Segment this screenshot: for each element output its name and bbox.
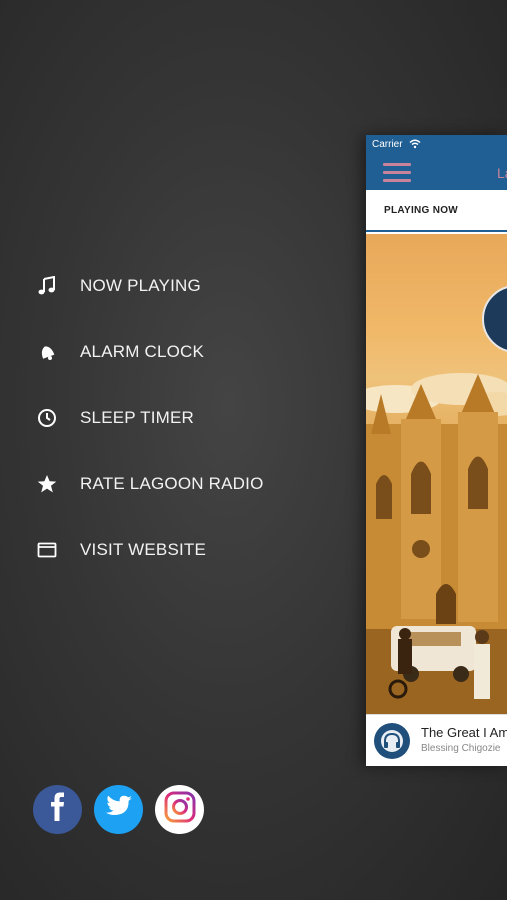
app-title: La — [497, 165, 507, 181]
tab-bar: PLAYING NOW — [366, 190, 507, 232]
menu-item-label: RATE LAGOON RADIO — [80, 474, 264, 493]
star-icon — [36, 473, 58, 495]
station-logo — [374, 723, 410, 759]
now-playing-artist: Blessing Chigozie — [421, 743, 501, 754]
now-playing-title: The Great I Am — [421, 725, 507, 740]
menu-item-label: ALARM CLOCK — [80, 342, 205, 361]
cathedral-illustration — [366, 286, 507, 714]
menu-item-sleep-timer[interactable]: SLEEP TIMER — [0, 396, 330, 440]
menu-item-alarm-clock[interactable]: ALARM CLOCK — [0, 330, 330, 374]
instagram-icon — [164, 791, 196, 828]
carrier-label: Carrier — [372, 139, 403, 150]
music-note-icon — [36, 275, 58, 297]
menu-item-rate[interactable]: RATE LAGOON RADIO — [0, 462, 330, 506]
browser-window-icon — [36, 539, 58, 561]
twitter-button[interactable] — [94, 785, 143, 834]
bell-icon — [36, 341, 58, 363]
headphones-icon — [381, 730, 403, 752]
menu-item-now-playing[interactable]: NOW PLAYING — [0, 264, 330, 308]
menu-item-visit-website[interactable]: VISIT WEBSITE — [0, 528, 330, 572]
station-hero-image — [366, 234, 507, 714]
facebook-button[interactable] — [33, 785, 82, 834]
app-nav-bar: La — [366, 155, 507, 190]
menu-item-label: SLEEP TIMER — [80, 408, 195, 427]
menu-item-label: NOW PLAYING — [80, 276, 201, 295]
menu-item-label: VISIT WEBSITE — [80, 540, 207, 559]
app-main-panel[interactable]: Carrier La PLAYING NOW — [366, 135, 507, 766]
now-playing-bar[interactable]: The Great I Am Blessing Chigozie — [366, 714, 507, 766]
tab-playing-now[interactable]: PLAYING NOW — [384, 205, 458, 216]
clock-icon — [36, 407, 58, 429]
facebook-icon — [46, 792, 70, 827]
twitter-icon — [105, 795, 133, 824]
hamburger-menu-icon[interactable] — [383, 162, 411, 182]
wifi-icon — [409, 139, 421, 152]
status-bar: Carrier — [366, 135, 507, 155]
instagram-button[interactable] — [155, 785, 204, 834]
